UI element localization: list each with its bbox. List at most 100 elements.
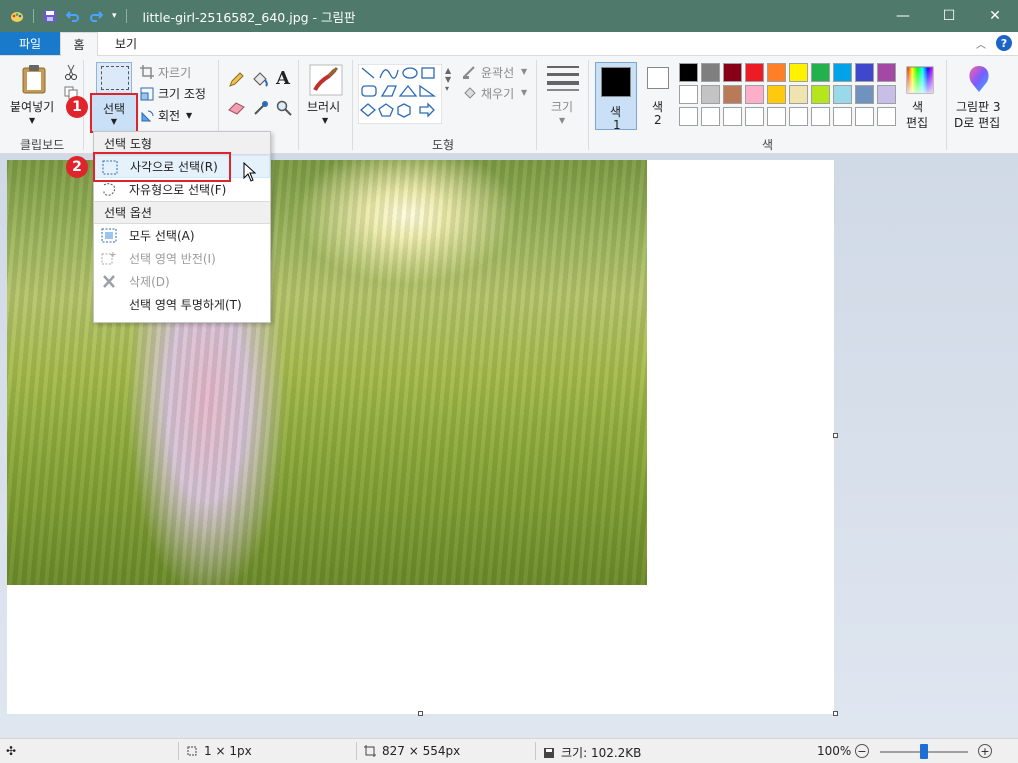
- color1-button[interactable]: 색 1: [595, 62, 637, 132]
- color-swatch[interactable]: [723, 107, 742, 126]
- menu-item-transparent-selection[interactable]: 선택 영역 투명하게(T): [94, 293, 270, 316]
- brushes-button[interactable]: 브러시: [307, 98, 340, 115]
- select-all-icon: [101, 228, 117, 243]
- paint3d-label-b[interactable]: D로 편집: [954, 114, 1000, 131]
- crop-button[interactable]: 자르기: [158, 64, 191, 81]
- selection-size-icon: [187, 746, 197, 756]
- outline-icon[interactable]: [462, 65, 478, 79]
- color-swatch[interactable]: [855, 85, 874, 104]
- paste-button[interactable]: 붙여넣기: [10, 98, 54, 115]
- color-swatch[interactable]: [811, 107, 830, 126]
- customize-toolbar-icon[interactable]: ▾: [112, 11, 117, 21]
- pencil-icon[interactable]: [228, 72, 244, 88]
- color-swatch[interactable]: [833, 63, 852, 82]
- color-swatch[interactable]: [701, 63, 720, 82]
- shapes-gallery[interactable]: [358, 64, 442, 124]
- line-size-icon[interactable]: [547, 65, 579, 91]
- free-select-menu-icon: [103, 183, 115, 196]
- color-swatch[interactable]: [723, 63, 742, 82]
- color-swatch[interactable]: [679, 85, 698, 104]
- menu-item-invert-selection[interactable]: 선택 영역 반전(I): [94, 247, 270, 270]
- fill-button[interactable]: 채우기: [481, 85, 514, 102]
- edit-colors-icon[interactable]: [906, 66, 934, 94]
- color-swatch[interactable]: [701, 107, 720, 126]
- color-swatch[interactable]: [811, 63, 830, 82]
- select-button[interactable]: 선택 ▼: [90, 93, 138, 133]
- color-swatch[interactable]: [877, 63, 896, 82]
- color-swatch[interactable]: [767, 107, 786, 126]
- color-swatch[interactable]: [877, 85, 896, 104]
- maximize-button[interactable]: ☐: [926, 0, 972, 32]
- color-swatch[interactable]: [679, 63, 698, 82]
- collapse-ribbon-icon[interactable]: ︿: [976, 36, 986, 51]
- paste-icon[interactable]: [20, 64, 48, 94]
- outline-dropdown-icon[interactable]: ▼: [521, 67, 527, 76]
- fill-dropdown-icon[interactable]: ▼: [521, 88, 527, 97]
- zoom-out-button[interactable]: −: [855, 744, 869, 758]
- resize-handle-bottom[interactable]: [418, 711, 423, 716]
- color-swatch[interactable]: [789, 63, 808, 82]
- step-badge-1: 1: [66, 96, 88, 118]
- zoom-in-button[interactable]: +: [978, 744, 992, 758]
- tab-view[interactable]: 보기: [98, 32, 154, 55]
- rotate-button[interactable]: 회전: [158, 107, 180, 124]
- brush-icon[interactable]: [309, 64, 343, 96]
- color-swatch[interactable]: [855, 107, 874, 126]
- select-dropdown-icon: ▼: [110, 117, 118, 126]
- color-swatch[interactable]: [877, 107, 896, 126]
- resize-icon[interactable]: [140, 87, 154, 101]
- save-icon[interactable]: [43, 9, 57, 23]
- menu-item-delete[interactable]: 삭제(D): [94, 270, 270, 293]
- brushes-dropdown-icon[interactable]: ▼: [322, 116, 328, 125]
- tab-home[interactable]: 홈: [60, 32, 98, 57]
- color-swatch[interactable]: [701, 85, 720, 104]
- rotate-icon[interactable]: [140, 109, 154, 123]
- size-button[interactable]: 크기: [551, 98, 573, 115]
- resize-handle-right[interactable]: [833, 433, 838, 438]
- text-tool-icon[interactable]: A: [276, 68, 290, 89]
- redo-icon[interactable]: [89, 9, 103, 23]
- fill-bucket-icon[interactable]: [251, 71, 269, 89]
- color-swatch[interactable]: [833, 107, 852, 126]
- color-swatch[interactable]: [767, 85, 786, 104]
- window-title: little-girl-2516582_640.jpg - 그림판: [142, 9, 356, 25]
- paint3d-icon[interactable]: [965, 64, 993, 94]
- minimize-button[interactable]: —: [880, 0, 926, 32]
- edit-colors-label-a[interactable]: 색: [912, 98, 923, 115]
- color-swatch[interactable]: [745, 63, 764, 82]
- size-dropdown-icon[interactable]: ▼: [559, 116, 565, 125]
- magnifier-icon[interactable]: [276, 100, 292, 116]
- paint3d-label-a[interactable]: 그림판 3: [956, 98, 1001, 115]
- color-swatch[interactable]: [723, 85, 742, 104]
- color-swatch[interactable]: [811, 85, 830, 104]
- menu-item-select-all[interactable]: 모두 선택(A): [94, 224, 270, 247]
- color-swatch[interactable]: [789, 107, 808, 126]
- color-swatch[interactable]: [855, 63, 874, 82]
- color-picker-icon[interactable]: [253, 100, 269, 116]
- undo-icon[interactable]: [66, 9, 80, 23]
- color-swatch[interactable]: [745, 107, 764, 126]
- close-button[interactable]: ✕: [972, 0, 1018, 32]
- edit-colors-label-b[interactable]: 편집: [906, 114, 928, 131]
- color-swatch[interactable]: [789, 85, 808, 104]
- resize-button[interactable]: 크기 조정: [158, 85, 206, 102]
- tab-file[interactable]: 파일: [0, 32, 60, 55]
- crop-icon[interactable]: [140, 65, 154, 79]
- color-swatch[interactable]: [767, 63, 786, 82]
- eraser-icon[interactable]: [228, 101, 246, 115]
- zoom-slider-thumb[interactable]: [920, 744, 928, 759]
- outline-button[interactable]: 윤곽선: [481, 64, 514, 81]
- resize-handle-corner[interactable]: [833, 711, 838, 716]
- color-swatch[interactable]: [679, 107, 698, 126]
- cut-icon[interactable]: [64, 64, 78, 80]
- color-swatch[interactable]: [833, 85, 852, 104]
- fill-icon[interactable]: [462, 86, 478, 100]
- help-icon[interactable]: ?: [996, 35, 1012, 51]
- menu-label: 선택 영역 반전(I): [129, 252, 216, 266]
- shapes-scroll-icon[interactable]: ▲ ▼ ▾: [445, 66, 451, 93]
- paste-dropdown-icon[interactable]: ▼: [29, 116, 35, 125]
- paint-app-icon: [11, 12, 23, 22]
- color-swatch[interactable]: [745, 85, 764, 104]
- rotate-dropdown-icon[interactable]: ▼: [186, 111, 192, 120]
- rect-select-icon: [101, 66, 129, 90]
